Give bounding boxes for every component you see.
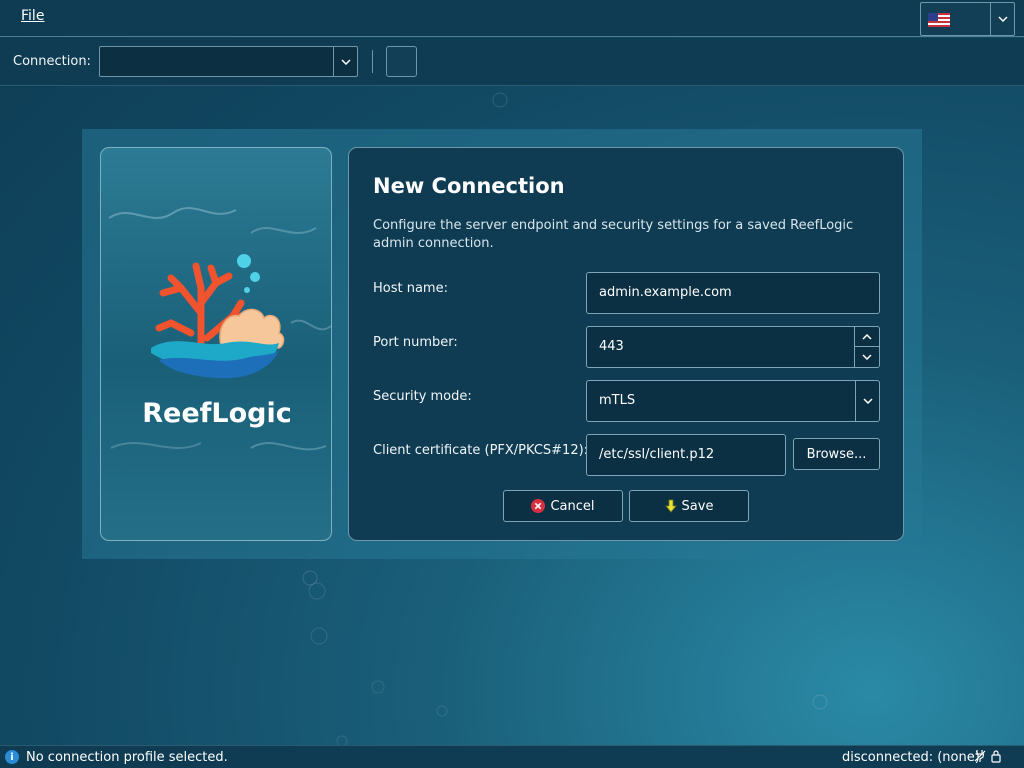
connection-combo[interactable] (99, 46, 358, 77)
save-label: Save (681, 498, 714, 514)
lock-icon (991, 750, 1001, 763)
status-message: No connection profile selected. (26, 750, 228, 765)
cancel-icon (531, 499, 546, 513)
menu-bar: File (0, 0, 1024, 37)
toolbar: Connection: (0, 38, 1024, 86)
host-label: Host name: (373, 281, 448, 296)
host-input[interactable]: admin.example.com (586, 272, 880, 314)
save-button[interactable]: Save (629, 490, 749, 522)
brand-name: ReefLogic (142, 398, 292, 429)
connection-label: Connection: (13, 54, 91, 69)
menu-file[interactable]: File (21, 8, 44, 24)
host-value: admin.example.com (599, 285, 732, 300)
status-icons (974, 749, 1002, 763)
chevron-down-icon[interactable] (855, 347, 879, 367)
save-arrow-icon (664, 499, 677, 513)
status-bar: i No connection profile selected. discon… (0, 745, 1024, 768)
plug-icon (974, 750, 986, 762)
cancel-label: Cancel (550, 498, 595, 514)
menu-file-label: File (21, 8, 45, 24)
toolbar-separator (372, 50, 373, 73)
security-value: mTLS (599, 393, 636, 408)
chevron-down-icon[interactable] (990, 3, 1014, 35)
cert-label: Client certificate (PFX/PKCS#12): (373, 443, 589, 458)
new-connection-form: New Connection Configure the server endp… (348, 147, 904, 541)
us-flag-icon (928, 13, 950, 27)
form-title: New Connection (373, 174, 565, 198)
security-select[interactable]: mTLS (586, 380, 880, 422)
port-spin (854, 327, 879, 367)
port-value: 443 (599, 339, 624, 354)
chevron-down-icon[interactable] (855, 381, 879, 421)
language-selector[interactable] (920, 2, 1015, 36)
security-label: Security mode: (373, 389, 472, 404)
connection-state: disconnected: (none) (842, 750, 980, 765)
cert-path-input[interactable]: /etc/ssl/client.p12 (586, 434, 786, 476)
chevron-down-icon[interactable] (333, 47, 357, 76)
form-description: Configure the server endpoint and securi… (373, 218, 854, 251)
chevron-up-icon[interactable] (855, 327, 879, 347)
port-label: Port number: (373, 335, 458, 350)
cert-value: /etc/ssl/client.p12 (599, 447, 715, 462)
toolbar-button[interactable] (386, 46, 417, 77)
logo-card: ReefLogic (100, 147, 332, 541)
port-stepper[interactable]: 443 (586, 326, 880, 368)
cancel-button[interactable]: Cancel (503, 490, 623, 522)
info-icon: i (5, 750, 19, 764)
browse-button[interactable]: Browse... (793, 438, 880, 470)
coral-reef-logo (108, 207, 331, 451)
